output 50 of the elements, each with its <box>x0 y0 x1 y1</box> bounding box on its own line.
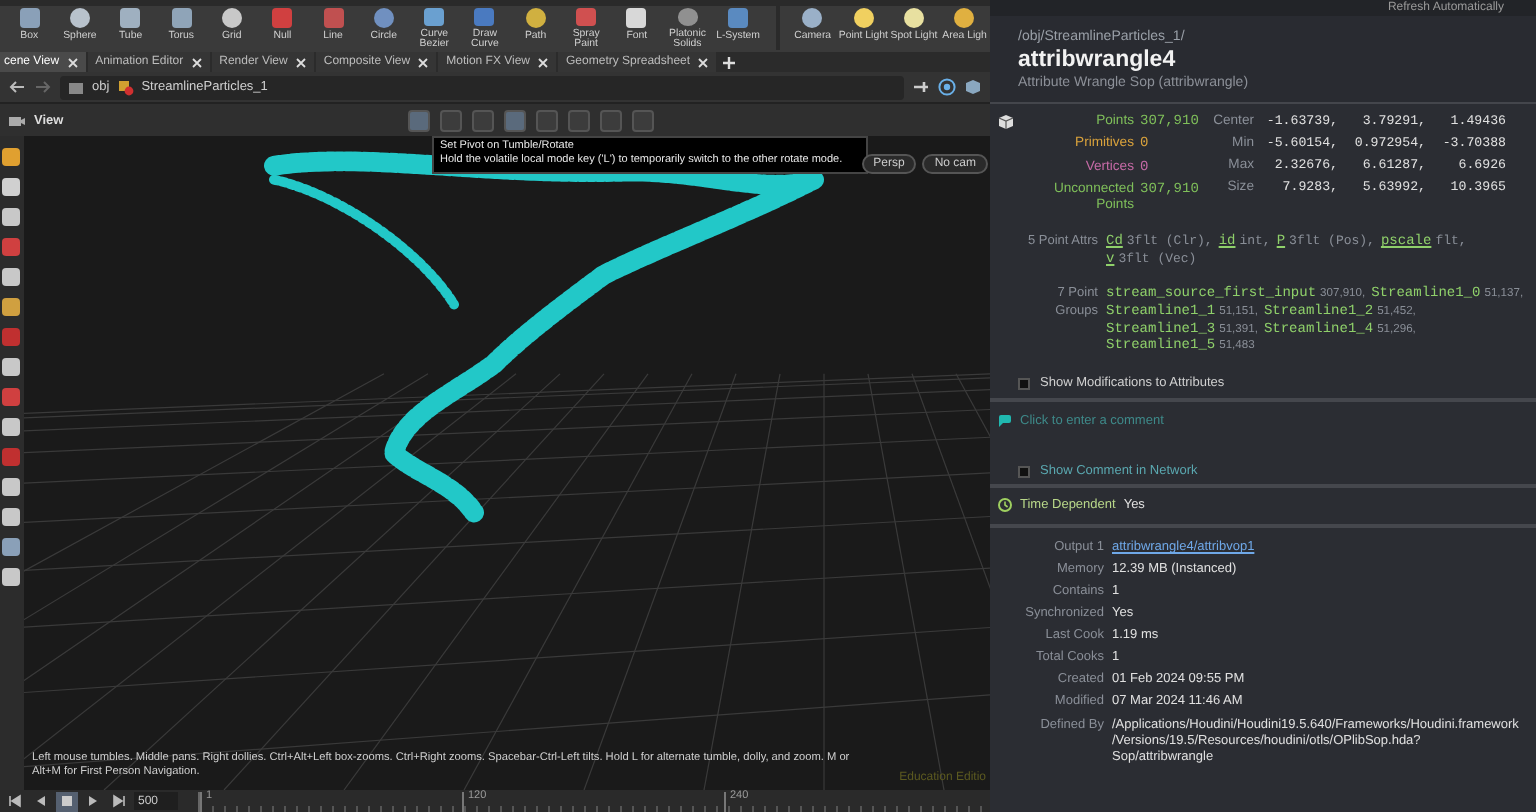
close-icon[interactable] <box>538 57 549 67</box>
light-icon <box>954 8 975 28</box>
checkbox[interactable] <box>1018 377 1030 390</box>
checkbox[interactable] <box>1018 465 1030 478</box>
cube-icon <box>998 114 1014 130</box>
tool-icon <box>323 8 344 28</box>
close-icon[interactable] <box>191 57 202 67</box>
tool-icon <box>525 8 546 28</box>
node-icon <box>117 79 134 95</box>
pin-icon[interactable] <box>912 78 930 96</box>
play-icon <box>86 794 100 808</box>
close-icon[interactable] <box>418 57 429 67</box>
tool-icon <box>576 8 597 26</box>
forward-arrow-icon[interactable] <box>34 78 52 96</box>
tool-icon <box>221 8 242 28</box>
cube-icon[interactable] <box>964 78 982 96</box>
last-frame-button[interactable] <box>108 791 130 811</box>
node-name: attribwrangle4 <box>1018 48 1178 72</box>
tool-icon <box>424 8 445 26</box>
tool-icon <box>373 8 394 28</box>
tool-icon <box>171 8 192 28</box>
close-icon[interactable] <box>67 57 78 67</box>
target-icon[interactable] <box>938 78 956 96</box>
folder-icon <box>68 79 84 95</box>
stop-button[interactable] <box>56 791 78 811</box>
tool-icon <box>19 8 40 28</box>
light-icon <box>903 8 924 28</box>
close-icon[interactable] <box>698 57 709 67</box>
tool-icon <box>69 8 90 28</box>
tool-icon <box>474 8 495 26</box>
stop-icon <box>60 794 74 808</box>
speech-bubble-icon <box>998 414 1012 429</box>
tool-icon <box>272 8 293 28</box>
view-tool-icon[interactable] <box>407 109 430 131</box>
tool-icon <box>677 8 698 26</box>
add-tab-icon[interactable] <box>722 55 737 69</box>
close-icon[interactable] <box>295 57 306 67</box>
back-arrow-icon[interactable] <box>8 78 26 96</box>
light-icon <box>853 8 874 28</box>
tool-icon <box>626 8 647 28</box>
skip-forward-icon <box>112 794 126 808</box>
light-icon <box>802 8 823 28</box>
tool-icon <box>120 8 141 28</box>
view-tool-icon[interactable] <box>503 109 526 131</box>
tool-icon <box>728 8 749 28</box>
skip-back-icon <box>8 794 22 808</box>
first-frame-button[interactable] <box>4 791 26 811</box>
camera-icon[interactable] <box>8 111 26 129</box>
clock-icon <box>998 498 1012 513</box>
reverse-icon <box>34 794 48 808</box>
